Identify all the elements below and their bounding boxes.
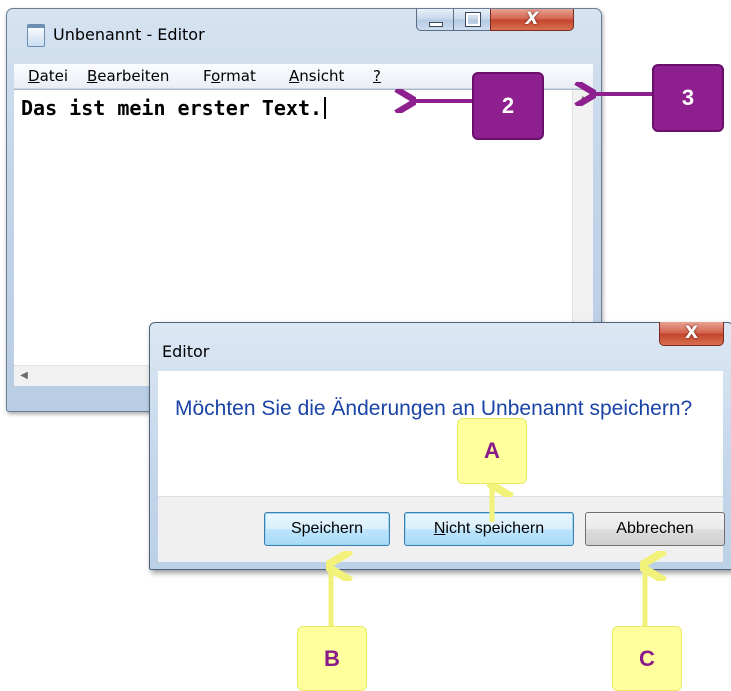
menu-help[interactable]: ?: [373, 67, 381, 85]
dialog-button-row: Speichern Nicht speichern Abbrechen: [158, 496, 725, 562]
dialog-message: Möchten Sie die Änderungen an Unbenannt …: [175, 397, 693, 420]
annotation-label-2: 2: [472, 72, 544, 140]
cancel-button[interactable]: Abbrechen: [585, 512, 725, 546]
save-button[interactable]: Speichern: [264, 512, 390, 546]
maximize-button[interactable]: [453, 9, 491, 31]
menu-format[interactable]: Format: [203, 67, 256, 85]
minimize-icon: [429, 22, 443, 27]
close-icon: X: [525, 9, 539, 29]
notepad-titlebar[interactable]: Unbenannt - Editor X: [7, 9, 601, 57]
save-dialog: Editor X Möchten Sie die Änderungen an U…: [149, 322, 731, 570]
menu-ansicht[interactable]: Ansicht: [289, 67, 344, 85]
dialog-close-button[interactable]: X: [659, 322, 724, 346]
maximize-icon: [465, 12, 481, 27]
text-caret: [324, 97, 327, 119]
minimize-button[interactable]: [416, 9, 454, 31]
scroll-left-icon[interactable]: ◀: [14, 366, 34, 386]
menu-datei[interactable]: Datei: [28, 67, 68, 85]
notepad-title: Unbenannt - Editor: [53, 25, 205, 44]
annotation-label-b: B: [297, 626, 367, 691]
scroll-up-icon[interactable]: ▲: [573, 90, 593, 110]
notepad-app-icon: [27, 24, 45, 47]
editor-text[interactable]: Das ist mein erster Text.: [21, 96, 327, 120]
dialog-body: Möchten Sie die Änderungen an Unbenannt …: [158, 371, 725, 562]
menu-bearbeiten[interactable]: Bearbeiten: [87, 67, 169, 85]
close-button[interactable]: X: [490, 9, 574, 31]
dont-save-button[interactable]: Nicht speichern: [404, 512, 574, 546]
annotation-label-3: 3: [652, 64, 724, 132]
dialog-title: Editor: [162, 342, 210, 361]
annotation-label-c: C: [612, 626, 682, 691]
annotation-label-a: A: [457, 418, 527, 484]
